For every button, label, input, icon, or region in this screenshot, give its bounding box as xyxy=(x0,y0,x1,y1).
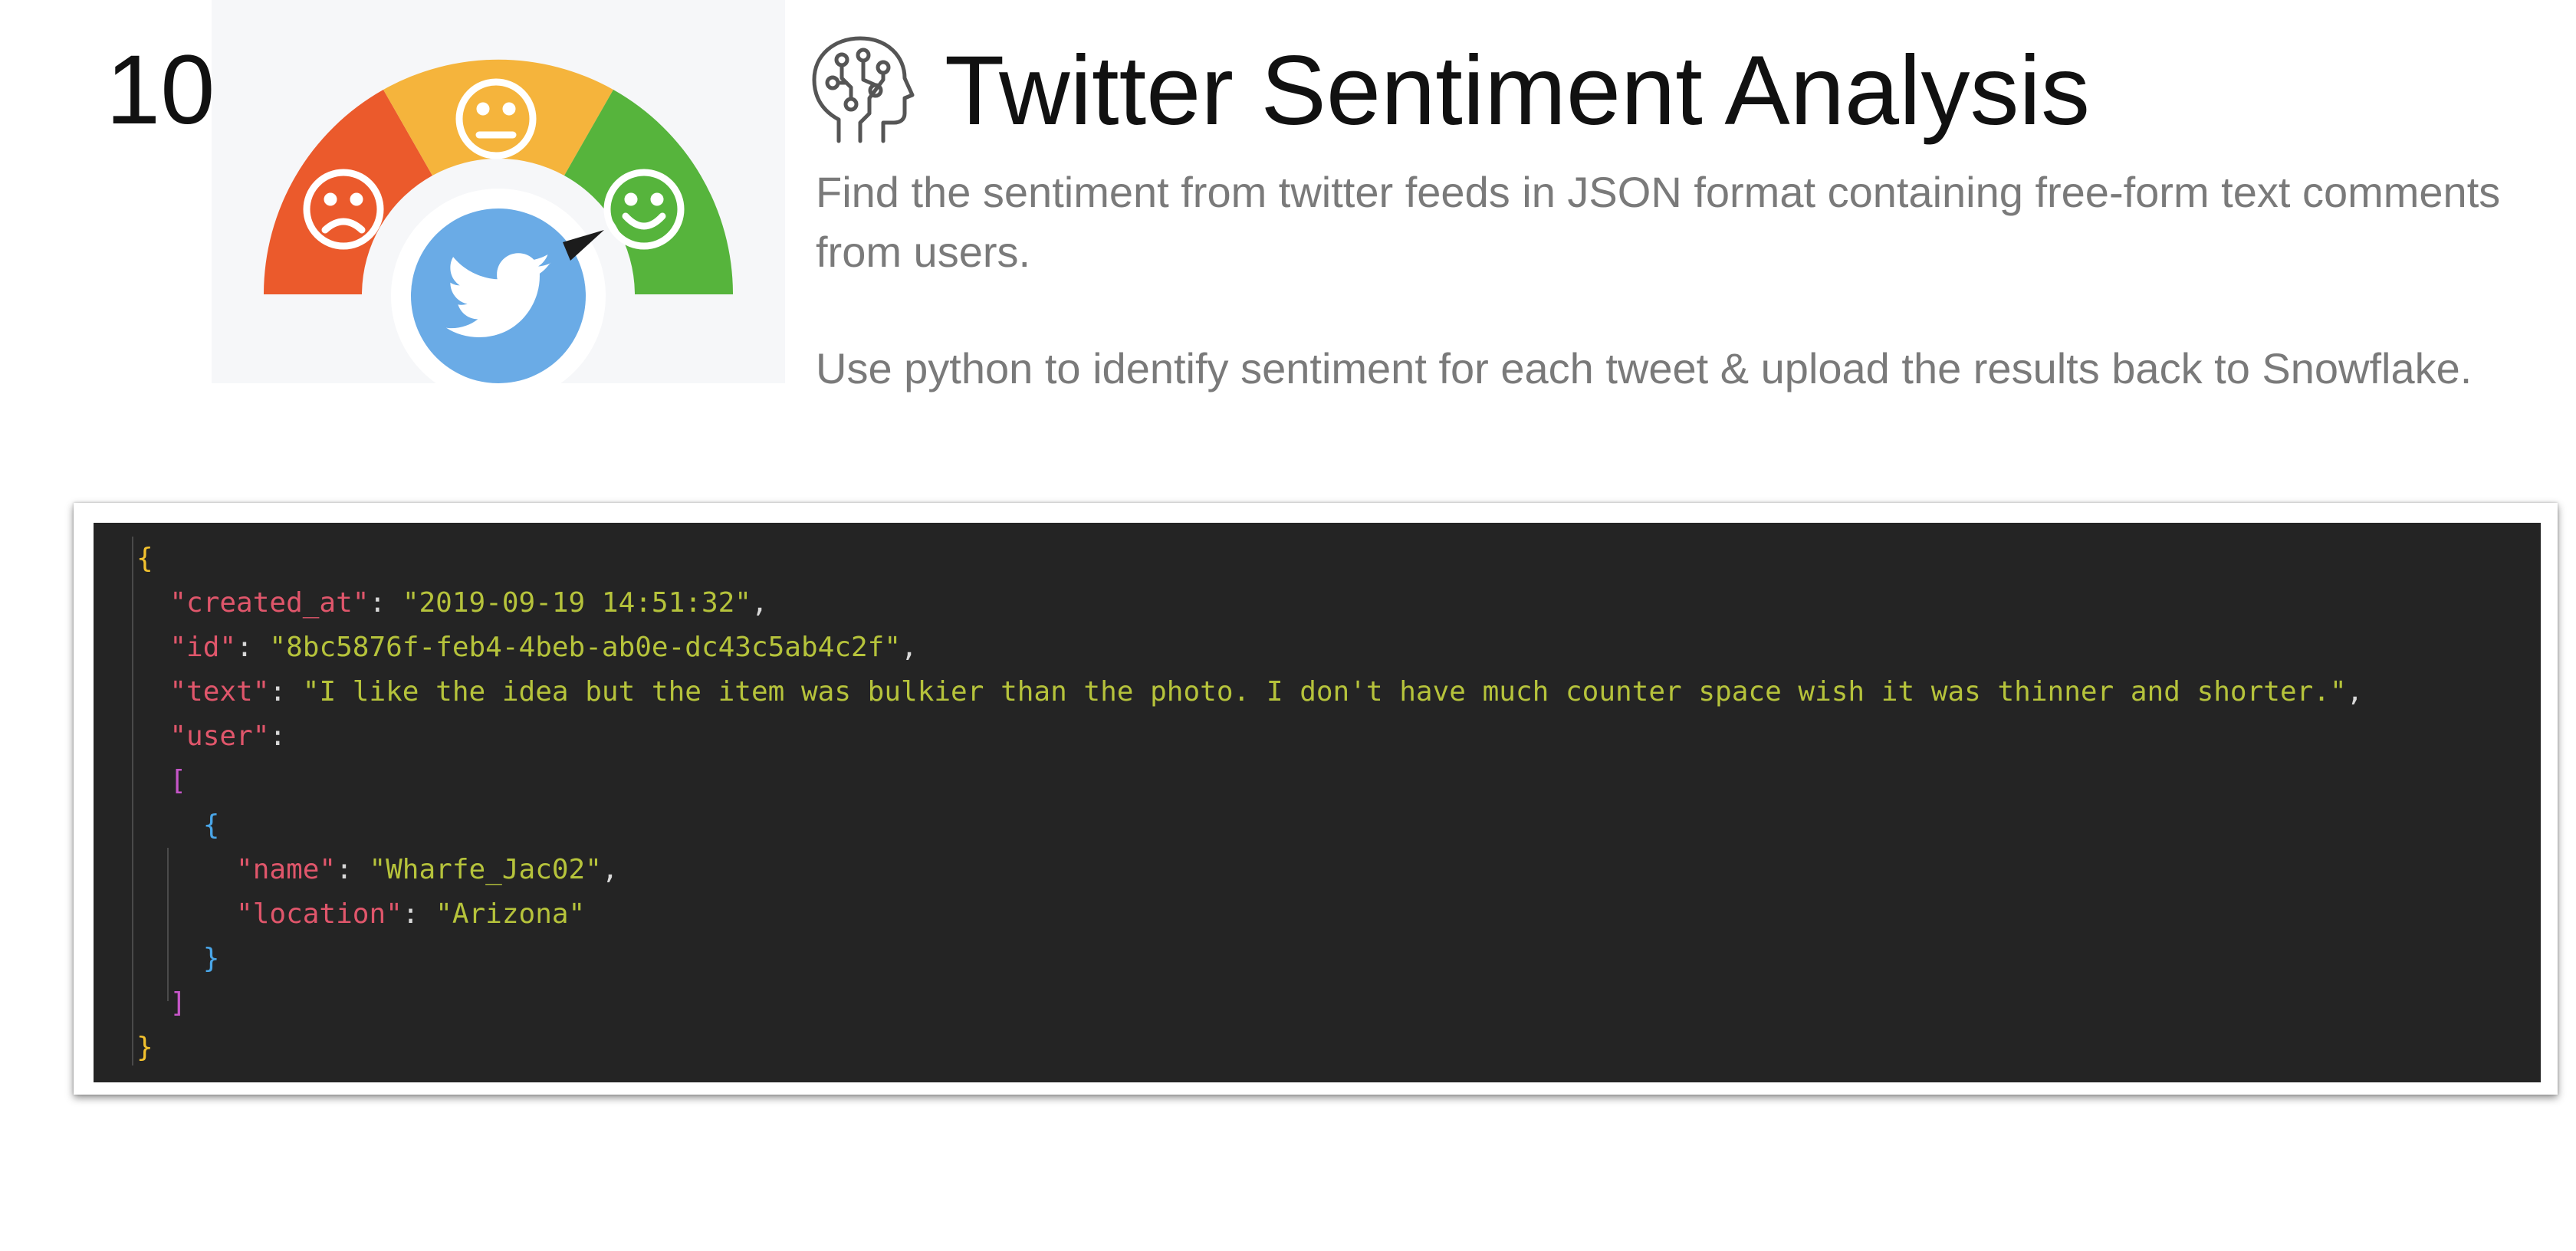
json-value-location: "Arizona" xyxy=(435,898,586,930)
json-key-created-at: "created_at" xyxy=(169,587,370,619)
instruction-text: Use python to identify sentiment for eac… xyxy=(816,344,2472,392)
sentiment-gauge-illustration xyxy=(212,0,785,383)
json-inner-open-brace: { xyxy=(202,809,220,841)
json-close-brace: } xyxy=(136,1032,153,1063)
json-inner-close-brace: } xyxy=(202,943,220,974)
json-key-location: "location" xyxy=(236,898,402,930)
code-screenshot: { "created_at": "2019-09-19 14:51:32", "… xyxy=(74,503,2558,1095)
json-key-user: "user" xyxy=(169,721,270,752)
json-open-bracket: [ xyxy=(169,765,187,796)
json-value-id: "8bc5876f-feb4-4beb-ab0e-dc43c5ab4c2f" xyxy=(269,632,902,663)
json-key-text: "text" xyxy=(169,676,270,708)
json-close-bracket: ] xyxy=(169,987,187,1019)
json-value-text: "I like the idea but the item was bulkie… xyxy=(302,676,2347,708)
json-code-block: { "created_at": "2019-09-19 14:51:32", "… xyxy=(94,523,2541,1082)
page-title: Twitter Sentiment Analysis xyxy=(945,36,2090,146)
description-text: Find the sentiment from twitter feeds in… xyxy=(816,168,2501,276)
brain-circuit-icon xyxy=(808,34,915,147)
json-open-brace: { xyxy=(136,543,153,574)
indent-guide xyxy=(132,537,133,1065)
json-key-id: "id" xyxy=(169,632,237,663)
json-key-name: "name" xyxy=(236,854,337,885)
json-value-created-at: "2019-09-19 14:51:32" xyxy=(402,587,751,619)
json-value-name: "Wharfe_Jac02" xyxy=(369,854,602,885)
